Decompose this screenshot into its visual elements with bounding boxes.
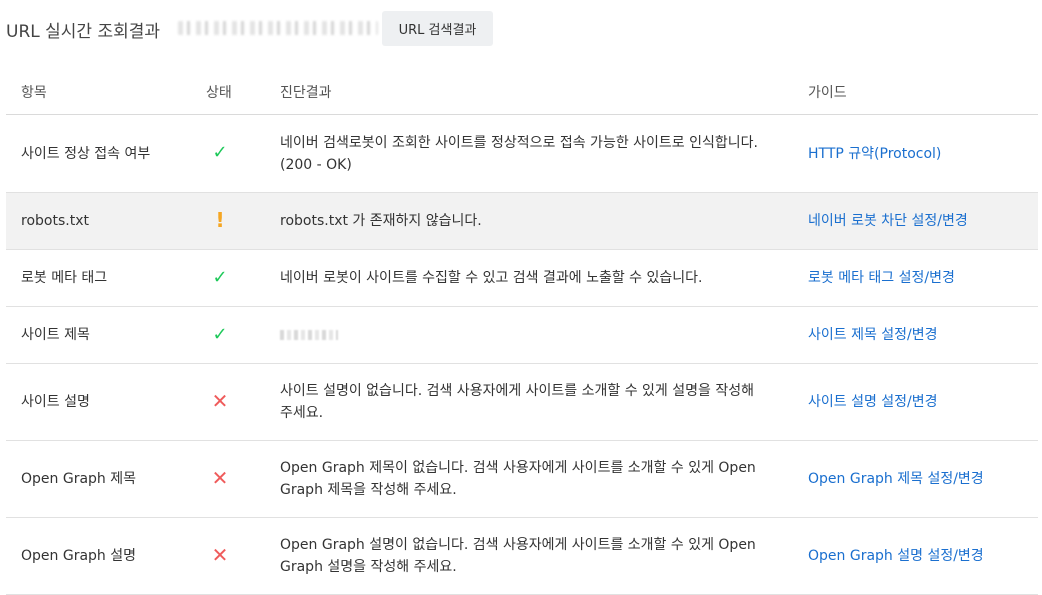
check-icon: ✓ bbox=[212, 142, 228, 163]
row-item-label: Open Graph 설명 bbox=[6, 517, 206, 595]
close-icon: ✕ bbox=[211, 542, 229, 567]
warning-icon: ! bbox=[215, 207, 225, 232]
row-result: 네이버 검색로봇이 조회한 사이트를 정상적으로 접속 가능한 사이트로 인식합… bbox=[280, 114, 808, 193]
guide-link[interactable]: 로봇 메타 태그 설정/변경 bbox=[808, 270, 955, 286]
column-header-guide: 가이드 bbox=[808, 70, 1038, 115]
guide-link[interactable]: HTTP 규약(Protocol) bbox=[808, 146, 941, 162]
table-row: 사이트 제목 ✓ 사이트 제목 설정/변경 bbox=[6, 306, 1038, 364]
table-header-row: 항목 상태 진단결과 가이드 bbox=[6, 70, 1038, 115]
column-header-status: 상태 bbox=[206, 70, 280, 115]
row-result: Open Graph 제목이 없습니다. 검색 사용자에게 사이트를 소개할 수… bbox=[280, 440, 808, 518]
redacted-site-title bbox=[280, 330, 338, 340]
row-item-label: 사이트 정상 접속 여부 bbox=[6, 114, 206, 193]
row-result: robots.txt 가 존재하지 않습니다. bbox=[280, 192, 808, 250]
check-icon: ✓ bbox=[212, 323, 228, 345]
row-item-label: 로봇 메타 태그 bbox=[6, 249, 206, 307]
table-row: robots.txt ! robots.txt 가 존재하지 않습니다. 네이버… bbox=[6, 192, 1038, 250]
row-result: 사이트 설명이 없습니다. 검색 사용자에게 사이트를 소개할 수 있게 설명을… bbox=[280, 363, 808, 441]
row-item-label: robots.txt bbox=[6, 192, 206, 250]
page-title: URL 실시간 조회결과 bbox=[6, 22, 161, 42]
table-row: 사이트 설명 ✕ 사이트 설명이 없습니다. 검색 사용자에게 사이트를 소개할… bbox=[6, 363, 1038, 441]
table-row: 로봇 메타 태그 ✓ 네이버 로봇이 사이트를 수집할 수 있고 검색 결과에 … bbox=[6, 249, 1038, 307]
row-item-label: Open Graph 제목 bbox=[6, 440, 206, 518]
guide-link[interactable]: Open Graph 설명 설정/변경 bbox=[808, 548, 984, 564]
guide-link[interactable]: Open Graph 제목 설정/변경 bbox=[808, 471, 984, 487]
row-result: Open Graph 설명이 없습니다. 검색 사용자에게 사이트를 소개할 수… bbox=[280, 517, 808, 595]
check-icon: ✓ bbox=[212, 266, 228, 288]
row-result: 네이버 로봇이 사이트를 수집할 수 있고 검색 결과에 노출할 수 있습니다. bbox=[280, 249, 808, 307]
url-search-result-button[interactable]: URL 검색결과 bbox=[382, 11, 493, 46]
column-header-item: 항목 bbox=[6, 70, 206, 115]
table-row: Open Graph 설명 ✕ Open Graph 설명이 없습니다. 검색 … bbox=[6, 517, 1038, 595]
close-icon: ✕ bbox=[211, 388, 229, 413]
table-row: Open Graph 제목 ✕ Open Graph 제목이 없습니다. 검색 … bbox=[6, 440, 1038, 518]
guide-link[interactable]: 네이버 로봇 차단 설정/변경 bbox=[808, 213, 968, 229]
results-header: URL 실시간 조회결과 URL 검색결과 bbox=[6, 8, 1006, 48]
table-row: 사이트 정상 접속 여부 ✓ 네이버 검색로봇이 조회한 사이트를 정상적으로 … bbox=[6, 114, 1038, 193]
guide-link[interactable]: 사이트 설명 설정/변경 bbox=[808, 394, 938, 410]
redacted-url bbox=[178, 21, 378, 35]
row-item-label: 사이트 설명 bbox=[6, 363, 206, 441]
column-header-result: 진단결과 bbox=[280, 70, 808, 115]
guide-link[interactable]: 사이트 제목 설정/변경 bbox=[808, 327, 938, 343]
row-item-label: 사이트 제목 bbox=[6, 306, 206, 364]
close-icon: ✕ bbox=[211, 465, 229, 490]
diagnosis-table: 항목 상태 진단결과 가이드 사이트 정상 접속 여부 ✓ 네이버 검색로봇이 … bbox=[6, 70, 1038, 595]
